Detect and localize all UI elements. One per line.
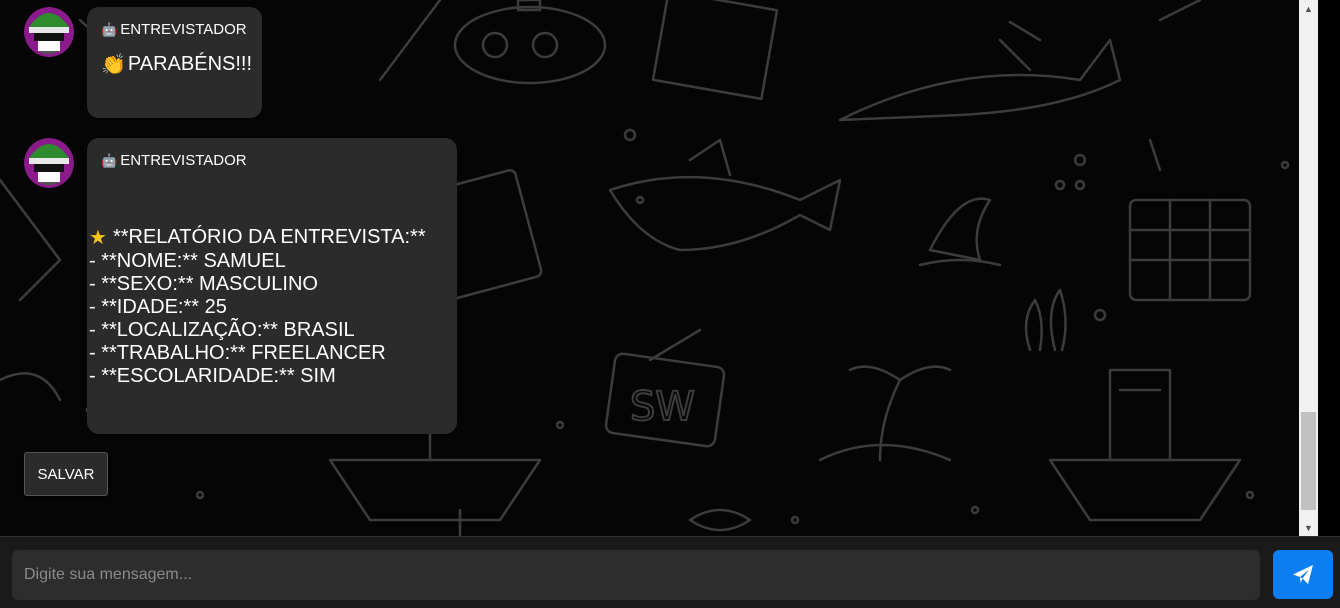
sender-label: 🤖 ENTREVISTADOR: [101, 21, 250, 38]
save-button[interactable]: SALVAR: [24, 452, 108, 496]
chat-message: 🤖 ENTREVISTADOR ★ **RELATÓRIO DA ENTREVI…: [24, 138, 457, 434]
clapping-hands-icon: 👏: [101, 54, 126, 76]
window-edge: [1318, 0, 1340, 536]
sender-name: ENTREVISTADOR: [120, 21, 247, 38]
robot-icon: 🤖: [101, 152, 118, 168]
sender-name: ENTREVISTADOR: [120, 152, 247, 169]
chat-message: 🤖 ENTREVISTADOR 👏 PARABÉNS!!!: [24, 7, 262, 118]
message-input[interactable]: [12, 550, 1260, 600]
robot-icon: 🤖: [101, 21, 118, 37]
send-button[interactable]: [1273, 550, 1333, 599]
report-line: - **NOME:** SAMUEL: [89, 250, 286, 272]
message-bubble: 🤖 ENTREVISTADOR ★ **RELATÓRIO DA ENTREVI…: [87, 138, 457, 434]
message-input-bar: [0, 536, 1340, 608]
avatar: [24, 7, 74, 57]
report-line: - **IDADE:** 25: [89, 296, 227, 318]
message-bubble: 🤖 ENTREVISTADOR 👏 PARABÉNS!!!: [87, 7, 262, 118]
scroll-down-arrow-icon[interactable]: ▼: [1299, 519, 1318, 536]
report-line: - **ESCOLARIDADE:** SIM: [89, 365, 336, 387]
scroll-up-arrow-icon[interactable]: ▲: [1299, 0, 1318, 17]
report-title-text: **RELATÓRIO DA ENTREVISTA:**: [112, 226, 426, 248]
message-text: 👏 PARABÉNS!!!: [101, 52, 253, 77]
report-line: - **TRABALHO:** FREELANCER: [89, 342, 386, 364]
paper-plane-icon: [1293, 564, 1313, 584]
chat-area[interactable]: SW 🤖 ENTREVISTADOR 👏 PARABÉNS!!! 🤖 ENTRE…: [0, 0, 1299, 536]
sender-label: 🤖 ENTREVISTADOR: [101, 152, 445, 169]
avatar: [24, 138, 74, 188]
report-line: - **SEXO:** MASCULINO: [89, 273, 318, 295]
svg-text:SW: SW: [630, 384, 695, 430]
message-content: PARABÉNS!!!: [127, 53, 253, 75]
scrollbar[interactable]: ▲ ▼: [1299, 0, 1318, 536]
star-icon: ★: [89, 227, 107, 249]
report-line: - **LOCALIZAÇÃO:** BRASIL: [89, 319, 355, 341]
scroll-thumb[interactable]: [1301, 412, 1316, 510]
report-title: ★ **RELATÓRIO DA ENTREVISTA:**: [89, 225, 445, 250]
